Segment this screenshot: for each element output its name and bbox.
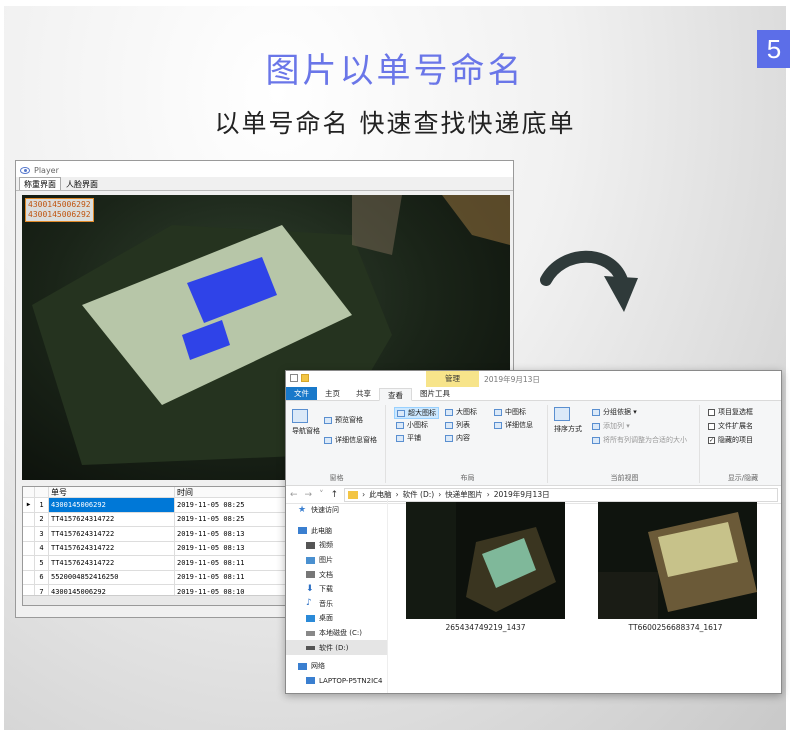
layout-list[interactable]: 列表 bbox=[445, 420, 470, 430]
ribbon-group-show-hide: 项目复选框 文件扩展名 ✓ 隐藏的项目 显示/隐藏 bbox=[708, 407, 759, 482]
item-checkbox-toggle[interactable]: 项目复选框 bbox=[708, 407, 753, 417]
nav-pane-icon bbox=[292, 409, 308, 423]
tab-picture-tools[interactable]: 图片工具 bbox=[412, 387, 458, 400]
new-folder-icon[interactable] bbox=[301, 374, 309, 382]
desktop-icon bbox=[306, 614, 315, 622]
video-icon bbox=[306, 541, 315, 549]
nav-quick-access[interactable]: ★ 快速访问 bbox=[286, 503, 387, 518]
drive-icon bbox=[306, 630, 315, 636]
add-column-button[interactable]: 添加列 ▾ bbox=[592, 421, 630, 431]
explorer-window: 管理 2019年9月13日 文件 主页 共享 查看 图片工具 导航窗格 预览窗格… bbox=[285, 370, 782, 694]
page-title: 图片以单号命名 bbox=[265, 51, 525, 91]
network-icon bbox=[298, 662, 307, 670]
manage-tab[interactable]: 管理 bbox=[426, 371, 479, 387]
file-name[interactable]: 265434749219_1437 bbox=[398, 623, 573, 632]
layout-details[interactable]: 详细信息 bbox=[494, 420, 533, 430]
tab-home[interactable]: 主页 bbox=[317, 387, 348, 400]
nav-pictures[interactable]: 图片 bbox=[286, 553, 387, 568]
nav-this-pc[interactable]: 此电脑 bbox=[286, 524, 387, 539]
fit-columns-button[interactable]: 将所有列调整为合适的大小 bbox=[592, 435, 687, 445]
sort-by-button[interactable]: 排序方式 bbox=[554, 407, 582, 434]
star-icon: ★ bbox=[298, 504, 307, 515]
file-thumbnail[interactable] bbox=[406, 502, 565, 619]
layout-tiles[interactable]: 平铺 bbox=[396, 433, 421, 443]
computer-icon bbox=[298, 527, 307, 535]
nav-documents[interactable]: 文档 bbox=[286, 567, 387, 582]
curved-arrow-icon bbox=[540, 250, 638, 312]
up-arrow-icon[interactable]: ↑ bbox=[331, 490, 339, 500]
nav-buttons: ← → ˅ ↑ bbox=[290, 490, 338, 500]
group-by-button[interactable]: 分组依据 ▾ bbox=[592, 407, 637, 417]
navigation-pane: ★ 快速访问 此电脑 视频 图片 文档 ⬇ 下载 ♪ 音乐 桌面 本地磁盘 (C:) … bbox=[286, 499, 388, 693]
recent-chevron-icon[interactable]: ˅ bbox=[319, 490, 324, 500]
player-tabs: 称重界面 人脸界面 bbox=[16, 177, 513, 191]
download-icon: ⬇ bbox=[306, 583, 314, 594]
nav-pane-button[interactable]: 导航窗格 bbox=[292, 409, 320, 436]
overlay-line: 4300145006292 bbox=[28, 200, 91, 209]
layout-large-icons[interactable]: 大图标 bbox=[445, 407, 477, 417]
player-app-icon bbox=[20, 167, 30, 174]
details-pane-button[interactable]: 详细信息窗格 bbox=[324, 435, 377, 445]
ribbon-tabs: 文件 主页 共享 查看 图片工具 bbox=[286, 387, 781, 401]
drive-icon bbox=[306, 645, 315, 650]
back-arrow-icon[interactable]: ← bbox=[290, 490, 298, 500]
layout-content[interactable]: 内容 bbox=[445, 433, 470, 443]
nav-desktop[interactable]: 桌面 bbox=[286, 611, 387, 626]
layout-medium-icons[interactable]: 中图标 bbox=[494, 407, 526, 417]
player-window-title: Player bbox=[34, 166, 59, 175]
tab-weighing[interactable]: 称重界面 bbox=[19, 177, 61, 190]
tab-view[interactable]: 查看 bbox=[379, 388, 412, 401]
page-subtitle: 以单号命名 快速查找快递底单 bbox=[214, 109, 576, 138]
forward-arrow-icon[interactable]: → bbox=[305, 490, 313, 500]
ribbon-group-current-view: 排序方式 分组依据 ▾ 添加列 ▾ 将所有列调整为合适的大小 当前视图 bbox=[550, 405, 700, 483]
hidden-items-toggle[interactable]: ✓ 隐藏的项目 bbox=[708, 435, 753, 445]
tab-file[interactable]: 文件 bbox=[286, 387, 317, 400]
preview-pane-button[interactable]: 预览窗格 bbox=[324, 415, 363, 425]
file-thumbnail[interactable] bbox=[598, 502, 757, 619]
tab-share[interactable]: 共享 bbox=[348, 387, 379, 400]
file-extension-toggle[interactable]: 文件扩展名 bbox=[708, 421, 753, 431]
computer-icon bbox=[306, 677, 315, 685]
document-icon bbox=[306, 571, 315, 579]
file-name[interactable]: TT6600256688374_1617 bbox=[588, 623, 763, 632]
nav-drive-d[interactable]: 软件 (D:) bbox=[286, 640, 387, 655]
nav-downloads[interactable]: ⬇ 下载 bbox=[286, 582, 387, 597]
layout-small-icons[interactable]: 小图标 bbox=[396, 420, 428, 430]
ribbon: 导航窗格 预览窗格 详细信息窗格 窗格 超大图标 大图标 中图标 小图标 列表 … bbox=[286, 401, 781, 486]
music-icon: ♪ bbox=[306, 598, 312, 609]
ribbon-group-layout: 超大图标 大图标 中图标 小图标 列表 详细信息 平铺 内容 布局 bbox=[388, 405, 548, 483]
ribbon-group-panes: 导航窗格 预览窗格 详细信息窗格 窗格 bbox=[288, 405, 386, 483]
folder-icon bbox=[348, 490, 359, 499]
quick-access-toolbar bbox=[290, 374, 309, 382]
preview-pane-icon bbox=[324, 416, 332, 424]
properties-icon[interactable] bbox=[290, 374, 298, 382]
details-pane-icon bbox=[324, 436, 332, 444]
sort-icon bbox=[554, 407, 570, 421]
nav-videos[interactable]: 视频 bbox=[286, 538, 387, 553]
explorer-window-title: 2019年9月13日 bbox=[484, 375, 540, 384]
explorer-titlebar: 管理 2019年9月13日 bbox=[286, 371, 781, 387]
nav-network[interactable]: 网络 bbox=[286, 659, 387, 674]
player-titlebar: Player bbox=[16, 161, 513, 177]
picture-icon bbox=[306, 556, 315, 564]
nav-laptop[interactable]: LAPTOP-P5TN2IC4 bbox=[286, 674, 387, 689]
nav-drive-c[interactable]: 本地磁盘 (C:) bbox=[286, 626, 387, 641]
file-view: 265434749219_1437 TT6600256688374_1617 bbox=[392, 499, 780, 693]
nav-music[interactable]: ♪ 音乐 bbox=[286, 597, 387, 612]
col-header-time[interactable]: 时间 bbox=[175, 487, 303, 497]
overlay-line: 4300145006292 bbox=[28, 210, 91, 219]
col-header-code[interactable]: 单号 bbox=[49, 487, 175, 497]
barcode-overlay: 4300145006292 4300145006292 bbox=[25, 198, 94, 222]
layout-extra-large-icons[interactable]: 超大图标 bbox=[394, 407, 439, 419]
tab-face[interactable]: 人脸界面 bbox=[61, 177, 103, 190]
